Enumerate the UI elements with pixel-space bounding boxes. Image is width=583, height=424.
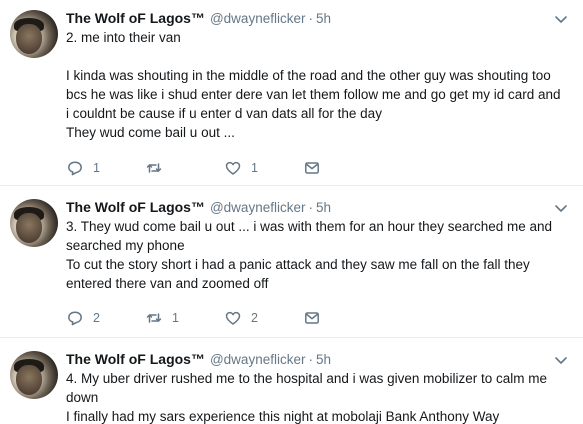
like-icon <box>224 159 242 177</box>
chevron-down-icon[interactable] <box>553 11 569 27</box>
like-button[interactable]: 2 <box>224 309 303 327</box>
tweet-header: The Wolf oF Lagos™ @dwayneflicker · 5h <box>66 198 571 216</box>
like-button[interactable]: 1 <box>224 159 303 177</box>
tweet-header: The Wolf oF Lagos™ @dwayneflicker · 5h <box>66 350 571 368</box>
like-count: 2 <box>251 311 258 325</box>
tweet-paragraph: 3. They wud come bail u out ... i was wi… <box>66 219 553 253</box>
message-icon <box>303 159 321 177</box>
avatar[interactable] <box>10 10 58 58</box>
timestamp[interactable]: 5h <box>316 10 331 28</box>
user-handle[interactable]: @dwayneflicker <box>210 10 306 28</box>
retweet-icon <box>145 309 163 327</box>
retweet-count: 1 <box>172 311 179 325</box>
tweet-thread: The Wolf oF Lagos™ @dwayneflicker · 5h 2… <box>0 0 583 424</box>
tweet-text: 2. me into their van I kinda was shoutin… <box>66 28 571 142</box>
separator: · <box>308 11 313 26</box>
tweet[interactable]: The Wolf oF Lagos™ @dwayneflicker · 5h 4… <box>0 338 583 424</box>
tweet-actions: 1 1 <box>66 158 382 178</box>
tweet-paragraph: 2. me into their van <box>66 30 181 45</box>
display-name[interactable]: The Wolf oF Lagos™ <box>66 350 205 368</box>
avatar-face <box>16 213 42 243</box>
message-button[interactable] <box>303 159 382 177</box>
tweet-text: 3. They wud come bail u out ... i was wi… <box>66 217 571 293</box>
timestamp[interactable]: 5h <box>316 351 331 369</box>
tweet-paragraph: I kinda was shouting in the middle of th… <box>66 68 561 121</box>
reply-icon <box>66 309 84 327</box>
tweet[interactable]: The Wolf oF Lagos™ @dwayneflicker · 5h 3… <box>0 186 583 338</box>
retweet-button[interactable]: 1 <box>145 309 224 327</box>
tweet-paragraph: To cut the story short i had a panic att… <box>66 257 530 291</box>
message-button[interactable] <box>303 309 382 327</box>
reply-count: 2 <box>93 311 100 325</box>
timestamp[interactable]: 5h <box>316 199 331 217</box>
tweet-actions: 2 1 2 <box>66 308 382 328</box>
reply-button[interactable]: 1 <box>66 159 145 177</box>
user-handle[interactable]: @dwayneflicker <box>210 199 306 217</box>
chevron-down-icon[interactable] <box>553 352 569 368</box>
reply-icon <box>66 159 84 177</box>
retweet-icon <box>145 159 163 177</box>
retweet-button[interactable] <box>145 159 224 177</box>
tweet[interactable]: The Wolf oF Lagos™ @dwayneflicker · 5h 2… <box>0 0 583 186</box>
tweet-paragraph: 4. My uber driver rushed me to the hospi… <box>66 371 547 405</box>
reply-button[interactable]: 2 <box>66 309 145 327</box>
tweet-paragraph: I finally had my sars experience this ni… <box>66 409 500 424</box>
tweet-text: 4. My uber driver rushed me to the hospi… <box>66 369 571 424</box>
chevron-down-icon[interactable] <box>553 200 569 216</box>
like-count: 1 <box>251 161 258 175</box>
separator: · <box>308 200 313 215</box>
tweet-paragraph: They wud come bail u out ... <box>66 125 235 140</box>
display-name[interactable]: The Wolf oF Lagos™ <box>66 9 205 27</box>
user-handle[interactable]: @dwayneflicker <box>210 351 306 369</box>
display-name[interactable]: The Wolf oF Lagos™ <box>66 198 205 216</box>
like-icon <box>224 309 242 327</box>
separator: · <box>308 352 313 367</box>
tweet-header: The Wolf oF Lagos™ @dwayneflicker · 5h <box>66 9 571 27</box>
message-icon <box>303 309 321 327</box>
avatar[interactable] <box>10 199 58 247</box>
reply-count: 1 <box>93 161 100 175</box>
avatar[interactable] <box>10 351 58 399</box>
avatar-face <box>16 365 42 395</box>
avatar-face <box>16 24 42 54</box>
